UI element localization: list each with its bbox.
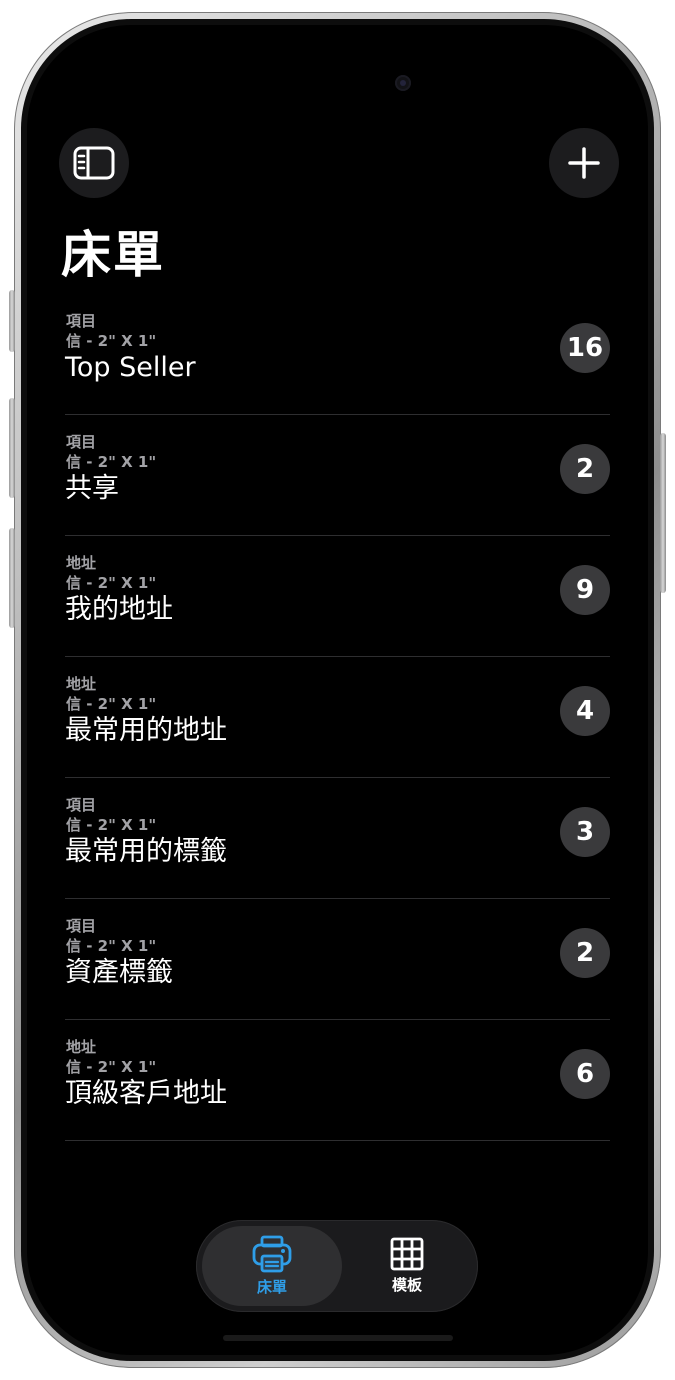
app-screen: 床單 項目 信 - 2" X 1" Top Seller 16 項目 信 - 2…: [27, 25, 648, 1355]
count-badge: 2: [560, 928, 610, 978]
sidebar-toggle-icon: [73, 146, 115, 180]
item-size-label: 信 - 2" X 1": [66, 937, 157, 955]
item-name: 頂級客戶地址: [65, 1078, 227, 1109]
item-name: Top Seller: [65, 352, 196, 383]
count-badge: 3: [560, 807, 610, 857]
item-kind-label: 地址: [66, 1038, 97, 1056]
item-kind-label: 項目: [66, 796, 97, 814]
item-kind-label: 項目: [66, 433, 97, 451]
item-size-label: 信 - 2" X 1": [66, 1058, 157, 1076]
item-name: 最常用的標籤: [65, 836, 227, 867]
list-item[interactable]: 地址 信 - 2" X 1" 我的地址 9: [65, 537, 610, 657]
tab-templates[interactable]: 模板: [342, 1226, 472, 1306]
sidebar-toggle-button[interactable]: [59, 128, 129, 198]
tab-sheets[interactable]: 床單: [202, 1226, 342, 1306]
count-badge: 4: [560, 686, 610, 736]
list-item[interactable]: 項目 信 - 2" X 1" 最常用的標籤 3: [65, 779, 610, 899]
action-button: [9, 290, 15, 352]
item-name: 最常用的地址: [65, 715, 227, 746]
list-item[interactable]: 項目 信 - 2" X 1" 資產標籤 2: [65, 900, 610, 1020]
list-item[interactable]: 地址 信 - 2" X 1" 最常用的地址 4: [65, 658, 610, 778]
plus-icon: [568, 147, 600, 179]
item-name: 我的地址: [65, 594, 173, 625]
tab-label: 床單: [256, 1278, 287, 1296]
printer-icon: [252, 1235, 292, 1273]
list-item[interactable]: 地址 信 - 2" X 1" 頂級客戶地址 6: [65, 1021, 610, 1141]
list-item[interactable]: 項目 信 - 2" X 1" 共享 2: [65, 416, 610, 536]
list-item[interactable]: 項目 信 - 2" X 1" Top Seller 16: [65, 295, 610, 415]
count-badge: 16: [560, 323, 610, 373]
grid-icon: [390, 1237, 424, 1271]
volume-down-button: [9, 528, 15, 628]
tab-bar: 床單 模板: [196, 1220, 478, 1312]
power-button: [660, 433, 666, 593]
item-name: 資產標籤: [65, 957, 173, 988]
item-kind-label: 地址: [66, 554, 97, 572]
count-badge: 6: [560, 1049, 610, 1099]
item-size-label: 信 - 2" X 1": [66, 453, 157, 471]
home-indicator: [223, 1335, 453, 1341]
page-title: 床單: [61, 226, 165, 284]
item-size-label: 信 - 2" X 1": [66, 695, 157, 713]
tab-label: 模板: [391, 1276, 422, 1294]
item-kind-label: 項目: [66, 917, 97, 935]
item-size-label: 信 - 2" X 1": [66, 816, 157, 834]
front-camera: [395, 75, 411, 91]
item-kind-label: 地址: [66, 675, 97, 693]
count-badge: 9: [560, 565, 610, 615]
volume-up-button: [9, 398, 15, 498]
item-size-label: 信 - 2" X 1": [66, 332, 157, 350]
add-sheet-button[interactable]: [549, 128, 619, 198]
count-badge: 2: [560, 444, 610, 494]
item-size-label: 信 - 2" X 1": [66, 574, 157, 592]
item-name: 共享: [65, 473, 119, 504]
sheet-list: 項目 信 - 2" X 1" Top Seller 16 項目 信 - 2" X…: [65, 295, 610, 1141]
item-kind-label: 項目: [66, 312, 97, 330]
